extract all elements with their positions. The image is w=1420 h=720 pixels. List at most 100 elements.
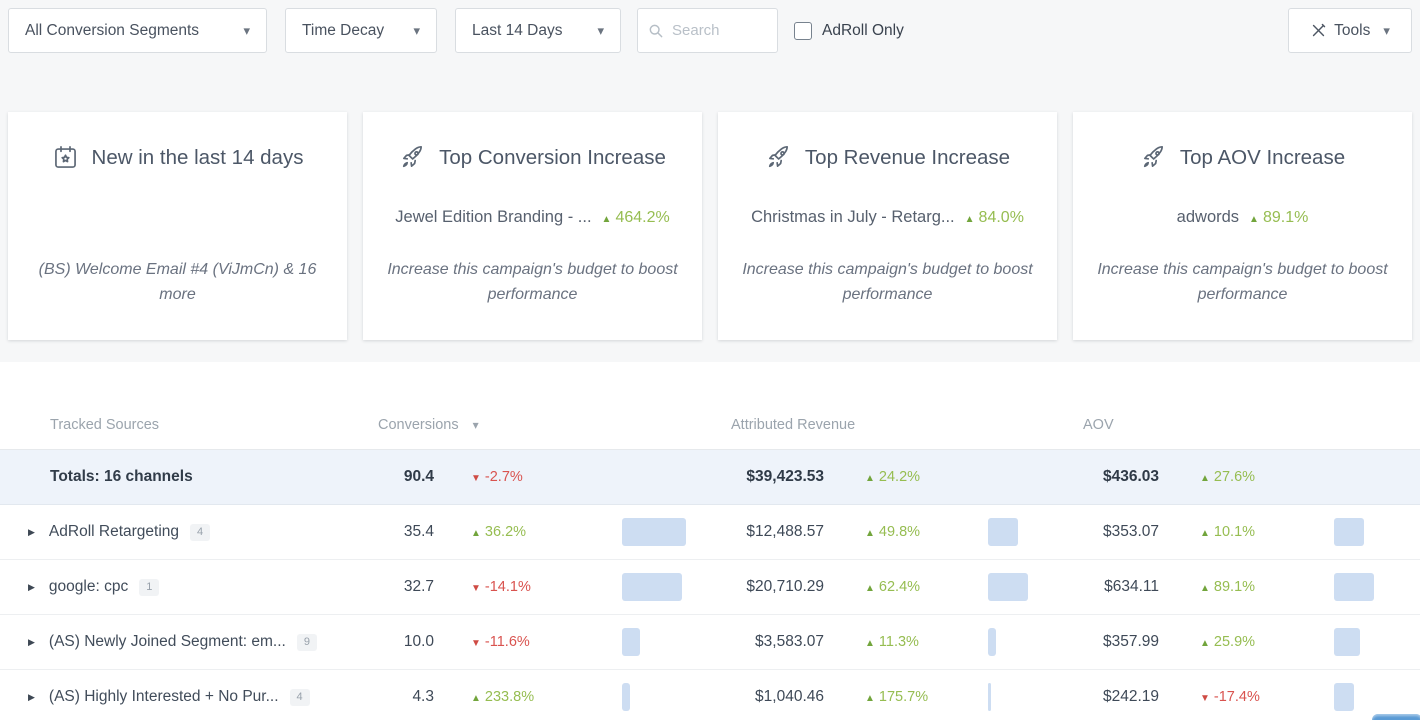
delta-badge: 89.1% bbox=[1200, 579, 1255, 595]
aov-value: $634.11 bbox=[1060, 578, 1160, 596]
rocket-icon bbox=[1140, 144, 1167, 171]
table-row[interactable]: ▶ AdRoll Retargeting 4 35.4 36.2% $12,48… bbox=[0, 505, 1420, 560]
column-header-aov[interactable]: AOV bbox=[1060, 417, 1420, 433]
table-row[interactable]: ▶ (AS) Highly Interested + No Pur... 4 4… bbox=[0, 670, 1420, 720]
card-note: (BS) Welcome Email #4 (ViJmCn) & 16 more bbox=[30, 258, 325, 308]
chevron-down-icon: ▾ bbox=[413, 23, 420, 39]
count-badge: 9 bbox=[297, 634, 317, 651]
column-header-conversions[interactable]: Conversions ▾ bbox=[370, 417, 700, 433]
delta-badge: 24.2% bbox=[865, 469, 920, 485]
conversions-bar bbox=[622, 628, 640, 656]
delta-badge: -2.7% bbox=[471, 469, 523, 485]
delta-badge: 464.2% bbox=[602, 209, 670, 227]
revenue-bar bbox=[988, 573, 1028, 601]
search-icon bbox=[648, 23, 664, 39]
tools-icon bbox=[1310, 22, 1327, 39]
count-badge: 4 bbox=[190, 524, 210, 541]
tools-label: Tools bbox=[1334, 22, 1370, 40]
card-note: Increase this campaign's budget to boost… bbox=[385, 258, 680, 308]
delta-badge: 10.1% bbox=[1200, 524, 1255, 540]
card-top-aov-increase: Top AOV Increase adwords 89.1% Increase … bbox=[1073, 112, 1412, 340]
trend-arrow-icon bbox=[865, 473, 875, 484]
card-campaign-row: Jewel Edition Branding - ... 464.2% bbox=[373, 208, 692, 227]
trend-arrow-icon bbox=[471, 693, 481, 704]
conversion-segments-label: All Conversion Segments bbox=[25, 22, 199, 40]
conversion-segments-dropdown[interactable]: All Conversion Segments ▾ bbox=[8, 8, 267, 53]
conversions-bar bbox=[622, 573, 682, 601]
tools-button[interactable]: Tools ▾ bbox=[1288, 8, 1412, 53]
trend-arrow-icon bbox=[1249, 214, 1259, 225]
card-title-row: Top Revenue Increase bbox=[718, 144, 1057, 171]
card-title: Top Revenue Increase bbox=[805, 146, 1010, 170]
insight-cards: New in the last 14 days (BS) Welcome Ema… bbox=[8, 112, 1412, 340]
delta-badge: 11.3% bbox=[865, 634, 919, 650]
conversions-value: 10.0 bbox=[370, 633, 435, 651]
chat-button[interactable] bbox=[1372, 714, 1420, 720]
delta-value: 464.2% bbox=[615, 209, 669, 226]
rocket-icon bbox=[765, 144, 792, 171]
aov-bar bbox=[1334, 683, 1354, 711]
toolbar: All Conversion Segments ▾ Time Decay ▾ L… bbox=[0, 0, 1420, 53]
date-range-dropdown[interactable]: Last 14 Days ▾ bbox=[455, 8, 621, 53]
delta-badge: 62.4% bbox=[865, 579, 920, 595]
search-box bbox=[637, 8, 778, 53]
expand-caret-icon[interactable]: ▶ bbox=[28, 637, 35, 648]
expand-caret-icon[interactable]: ▶ bbox=[28, 582, 35, 593]
revenue-value: $12,488.57 bbox=[700, 523, 825, 541]
column-header-attributed-revenue[interactable]: Attributed Revenue bbox=[700, 417, 1060, 433]
attribution-model-dropdown[interactable]: Time Decay ▾ bbox=[285, 8, 437, 53]
chevron-down-icon: ▾ bbox=[597, 23, 604, 39]
conversions-bar bbox=[622, 518, 686, 546]
delta-badge: 36.2% bbox=[471, 524, 526, 540]
count-badge: 1 bbox=[139, 579, 159, 596]
delta-badge: 175.7% bbox=[865, 689, 928, 705]
trend-arrow-icon bbox=[602, 214, 612, 225]
adroll-only-toggle[interactable]: AdRoll Only bbox=[794, 22, 904, 40]
date-range-label: Last 14 Days bbox=[472, 22, 562, 40]
chevron-down-icon: ▾ bbox=[1383, 23, 1390, 39]
trend-arrow-icon bbox=[1200, 473, 1210, 484]
expand-caret-icon[interactable]: ▶ bbox=[28, 527, 35, 538]
trend-arrow-icon bbox=[1200, 528, 1210, 539]
trend-arrow-icon bbox=[865, 583, 875, 594]
aov-value: $242.19 bbox=[1060, 688, 1160, 706]
aov-bar bbox=[1334, 573, 1374, 601]
card-top-conversion-increase: Top Conversion Increase Jewel Edition Br… bbox=[363, 112, 702, 340]
delta-value: 84.0% bbox=[979, 209, 1024, 226]
table-row[interactable]: ▶ (AS) Newly Joined Segment: em... 9 10.… bbox=[0, 615, 1420, 670]
card-title-row: Top Conversion Increase bbox=[363, 144, 702, 171]
expand-caret-icon[interactable]: ▶ bbox=[28, 692, 35, 703]
revenue-value: $1,040.46 bbox=[700, 688, 825, 706]
campaign-name: Jewel Edition Branding - ... bbox=[395, 208, 591, 227]
source-name: (AS) Newly Joined Segment: em... bbox=[49, 633, 286, 651]
delta-badge: 233.8% bbox=[471, 689, 534, 705]
adroll-only-checkbox[interactable] bbox=[794, 22, 812, 40]
search-input[interactable] bbox=[672, 22, 767, 39]
totals-row: Totals: 16 channels 90.4 -2.7% $39,423.5… bbox=[0, 450, 1420, 505]
column-header-tracked-sources[interactable]: Tracked Sources bbox=[0, 417, 370, 433]
conversions-value: 35.4 bbox=[370, 523, 435, 541]
delta-badge: -11.6% bbox=[471, 634, 530, 650]
table-row[interactable]: ▶ google: cpc 1 32.7 -14.1% $20,710.29 6… bbox=[0, 560, 1420, 615]
card-title-row: Top AOV Increase bbox=[1073, 144, 1412, 171]
trend-arrow-icon bbox=[1200, 583, 1210, 594]
card-top-revenue-increase: Top Revenue Increase Christmas in July -… bbox=[718, 112, 1057, 340]
aov-value: $353.07 bbox=[1060, 523, 1160, 541]
trend-arrow-icon bbox=[865, 693, 875, 704]
rocket-icon bbox=[399, 144, 426, 171]
card-new-in-last-14-days: New in the last 14 days (BS) Welcome Ema… bbox=[8, 112, 347, 340]
delta-badge: 89.1% bbox=[1249, 209, 1308, 227]
delta-badge: 49.8% bbox=[865, 524, 920, 540]
delta-badge: 84.0% bbox=[965, 209, 1024, 227]
totals-conversions-value: 90.4 bbox=[370, 468, 435, 486]
source-name: AdRoll Retargeting bbox=[49, 523, 179, 541]
card-title: Top AOV Increase bbox=[1180, 146, 1345, 170]
card-title-row: New in the last 14 days bbox=[8, 144, 347, 171]
card-note: Increase this campaign's budget to boost… bbox=[1095, 258, 1390, 308]
campaign-name: Christmas in July - Retarg... bbox=[751, 208, 955, 227]
trend-arrow-icon bbox=[471, 528, 481, 539]
attribution-model-label: Time Decay bbox=[302, 22, 384, 40]
totals-revenue-value: $39,423.53 bbox=[700, 468, 825, 486]
delta-badge: 25.9% bbox=[1200, 634, 1255, 650]
trend-arrow-icon bbox=[471, 638, 481, 649]
